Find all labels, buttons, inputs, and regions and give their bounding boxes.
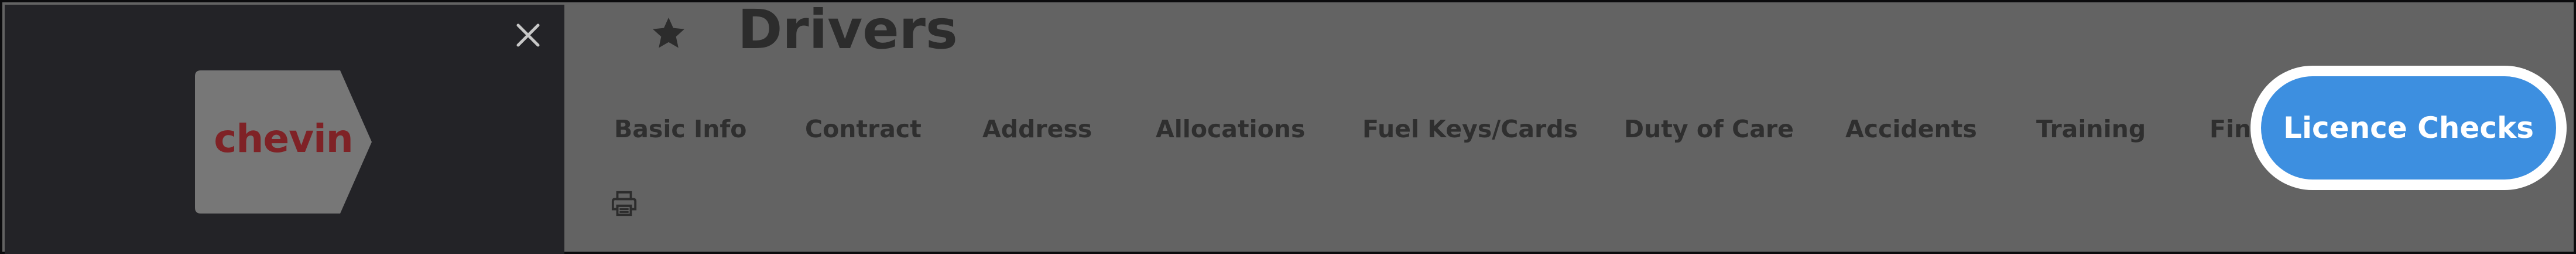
page-title: Drivers bbox=[738, 0, 958, 61]
print-button[interactable] bbox=[611, 190, 638, 217]
favorite-button[interactable] bbox=[649, 14, 688, 53]
close-icon bbox=[516, 23, 540, 47]
licence-checks-button[interactable]: Licence Checks bbox=[2261, 76, 2556, 180]
tab-basic-info[interactable]: Basic Info bbox=[614, 115, 746, 143]
app-window: chevin Drivers Basic Info Contract Addre… bbox=[0, 0, 2576, 254]
tab-fin-truncated[interactable]: Fin bbox=[2210, 110, 2252, 151]
star-icon bbox=[653, 18, 684, 48]
tab-address[interactable]: Address bbox=[982, 115, 1092, 143]
tab-allocations[interactable]: Allocations bbox=[1156, 115, 1305, 143]
tab-training[interactable]: Training bbox=[2036, 115, 2146, 143]
brand-logo[interactable]: chevin bbox=[195, 70, 372, 214]
tab-fuel-keys-cards[interactable]: Fuel Keys/Cards bbox=[1362, 115, 1578, 143]
printer-icon bbox=[611, 191, 637, 216]
tab-duty-of-care[interactable]: Duty of Care bbox=[1624, 115, 1794, 143]
tab-accidents[interactable]: Accidents bbox=[1845, 115, 1977, 143]
close-button[interactable] bbox=[509, 16, 547, 54]
side-panel: chevin bbox=[5, 5, 564, 254]
tab-contract[interactable]: Contract bbox=[805, 115, 922, 143]
logo-wordmark: chevin bbox=[214, 116, 354, 161]
tab-fin-label: Fin bbox=[2210, 115, 2252, 143]
